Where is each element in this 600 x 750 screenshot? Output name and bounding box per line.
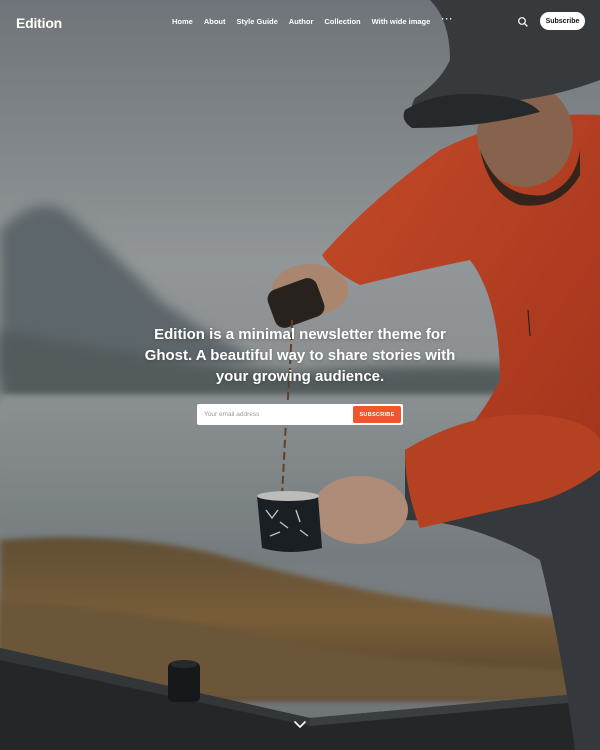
nav-more-button[interactable]: ···: [441, 15, 453, 26]
site-header: Edition Home About Style Guide Author Co…: [0, 0, 600, 44]
page: Edition Home About Style Guide Author Co…: [0, 0, 600, 750]
nav-item-author[interactable]: Author: [289, 17, 314, 26]
nav-item-style-guide[interactable]: Style Guide: [237, 17, 278, 26]
subscribe-form: SUBSCRIBE: [197, 404, 403, 425]
main-nav: Home About Style Guide Author Collection…: [172, 15, 464, 27]
email-input[interactable]: [197, 404, 347, 425]
hero-headline: Edition is a minimal newsletter theme fo…: [144, 326, 456, 385]
site-logo[interactable]: Edition: [16, 15, 62, 31]
nav-item-home[interactable]: Home: [172, 17, 193, 26]
header-subscribe-button[interactable]: Subscribe: [540, 12, 585, 30]
subscribe-submit-button[interactable]: SUBSCRIBE: [353, 406, 401, 423]
search-icon[interactable]: [517, 15, 529, 27]
nav-item-with-wide-image[interactable]: With wide image: [372, 17, 431, 26]
nav-item-about[interactable]: About: [204, 17, 226, 26]
nav-item-collection[interactable]: Collection: [324, 17, 360, 26]
chevron-down-icon[interactable]: [293, 717, 307, 728]
